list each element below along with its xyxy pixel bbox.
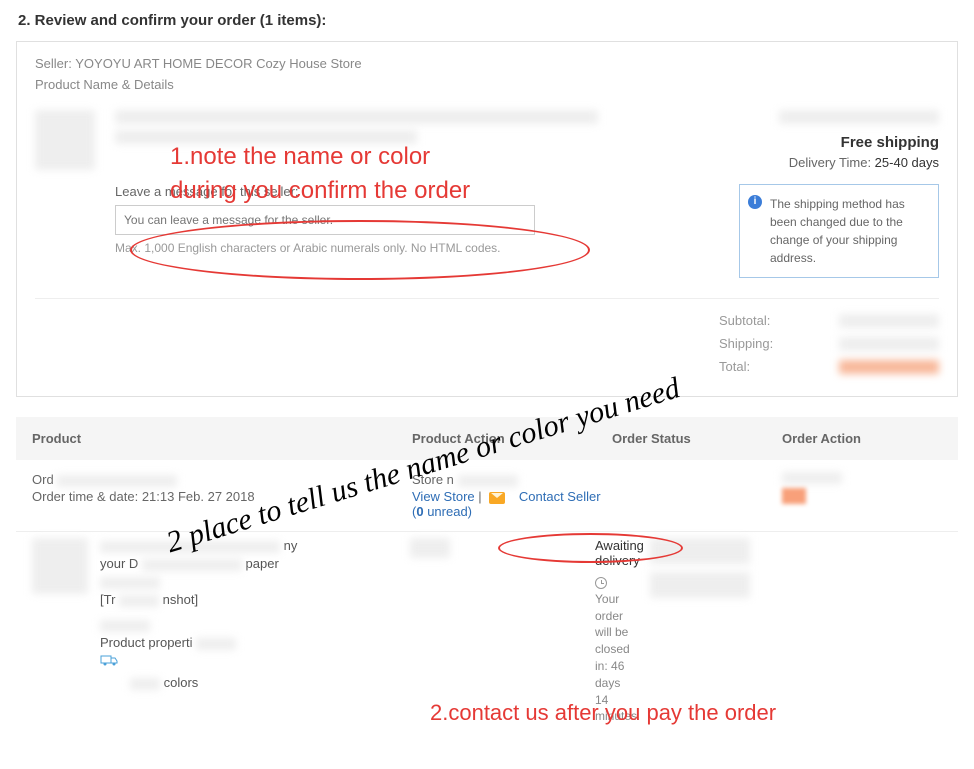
order-time-label: Order time & date:: [32, 489, 142, 504]
text-fragment: nshot]: [163, 592, 198, 607]
shipping-label: Shipping:: [719, 336, 819, 351]
unread-count: 0: [416, 504, 423, 519]
blurred-text: [779, 110, 939, 124]
message-hint: Max. 1,000 English characters or Arabic …: [115, 241, 719, 255]
order-summary-row: Ord Order time & date: 21:13 Feb. 27 201…: [16, 460, 958, 531]
separator: |: [478, 489, 485, 504]
item-thumbnail: [32, 538, 88, 594]
total-label: Total:: [719, 359, 819, 374]
text-fragment: [Tr: [100, 592, 115, 607]
blurred-text: [782, 472, 842, 484]
blurred-text: [196, 638, 236, 650]
blurred-amount: [839, 337, 939, 351]
status-cell-empty: [612, 472, 782, 519]
blurred-text: [142, 559, 242, 571]
blurred-amount: [839, 360, 939, 374]
view-store-link[interactable]: View Store: [412, 489, 475, 504]
delivery-label: Delivery Time:: [789, 155, 875, 170]
order-id-cell: Ord Order time & date: 21:13 Feb. 27 201…: [32, 472, 412, 519]
blurred-text: [100, 577, 160, 589]
ord-prefix: Ord: [32, 472, 54, 487]
seller-line: Seller: YOYOYU ART HOME DECOR Cozy House…: [35, 56, 939, 71]
text-fragment: colors: [164, 675, 199, 690]
blurred-text: [410, 538, 450, 558]
blurred-amount: [839, 314, 939, 328]
shipping-row: Shipping:: [35, 336, 939, 351]
truck-icon: [100, 653, 400, 672]
blurred-text: [57, 475, 177, 487]
blurred-button: [782, 488, 806, 504]
blurred-text: [100, 541, 280, 553]
product-row: Leave a message for this seller: Max. 1,…: [35, 110, 939, 278]
col-header-status: Order Status: [612, 431, 782, 446]
shipping-notice-text: The shipping method has been changed due…: [770, 197, 905, 265]
blurred-button[interactable]: [650, 572, 750, 598]
order-grid-header: Product Product Action Order Status Orde…: [16, 417, 958, 460]
status-awaiting: Awaiting delivery: [595, 538, 630, 568]
text-fragment: your D: [100, 556, 138, 571]
unread-suffix: unread): [424, 504, 472, 519]
item-action-cell: [630, 538, 942, 606]
order-item-row: ny your D paper [Tr nshot] Product prope…: [16, 531, 958, 745]
info-icon: i: [748, 195, 762, 209]
col-header-action: Product Action: [412, 431, 612, 446]
blurred-button[interactable]: [650, 538, 750, 564]
product-info-col: Leave a message for this seller: Max. 1,…: [115, 110, 739, 278]
subtotal-row: Subtotal:: [35, 313, 939, 328]
blurred-text: [115, 130, 417, 144]
clock-icon: [595, 577, 607, 589]
subtotal-label: Subtotal:: [719, 313, 819, 328]
col-header-product: Product: [32, 431, 412, 446]
free-shipping-label: Free shipping: [739, 134, 939, 151]
mail-icon: [489, 492, 505, 504]
delivery-value: 25-40 days: [875, 155, 939, 170]
store-links-cell: Store n View Store | Contact Seller (0 u…: [412, 472, 612, 519]
text-fragment: paper: [246, 556, 279, 571]
shipping-notice: i The shipping method has been changed d…: [739, 184, 939, 278]
seller-label: Seller:: [35, 56, 75, 71]
seller-message-input[interactable]: [115, 205, 535, 235]
blurred-text: [119, 595, 159, 607]
order-time-value: 21:13 Feb. 27 2018: [142, 489, 255, 504]
order-action-cell: [782, 472, 942, 519]
message-label: Leave a message for this seller:: [115, 184, 719, 199]
delivery-time: Delivery Time: 25-40 days: [739, 155, 939, 170]
product-thumbnail-col: [35, 110, 115, 278]
order-review-box: Seller: YOYOYU ART HOME DECOR Cozy House…: [16, 41, 958, 397]
page-title: 2. Review and confirm your order (1 item…: [0, 0, 974, 41]
shipping-col: Free shipping Delivery Time: 25-40 days …: [739, 110, 939, 278]
total-row: Total:: [35, 359, 939, 374]
close-timer: Your order will be closed in: 46 days 14…: [595, 574, 630, 725]
text-fragment: Product properti: [100, 635, 193, 650]
item-status-cell: Awaiting delivery Your order will be clo…: [460, 538, 630, 725]
totals-section: Subtotal: Shipping: Total:: [35, 298, 939, 374]
store-prefix: Store n: [412, 472, 454, 487]
blurred-text: [458, 475, 518, 487]
item-price-cell: [400, 538, 460, 558]
product-thumbnail: [35, 110, 95, 170]
product-details-label: Product Name & Details: [35, 77, 939, 92]
col-header-order-action: Order Action: [782, 431, 942, 446]
item-info: ny your D paper [Tr nshot] Product prope…: [100, 538, 400, 693]
blurred-text: [100, 620, 150, 632]
blurred-text: [115, 110, 598, 124]
blurred-text: [130, 678, 160, 690]
seller-name: YOYOYU ART HOME DECOR Cozy House Store: [75, 56, 361, 71]
